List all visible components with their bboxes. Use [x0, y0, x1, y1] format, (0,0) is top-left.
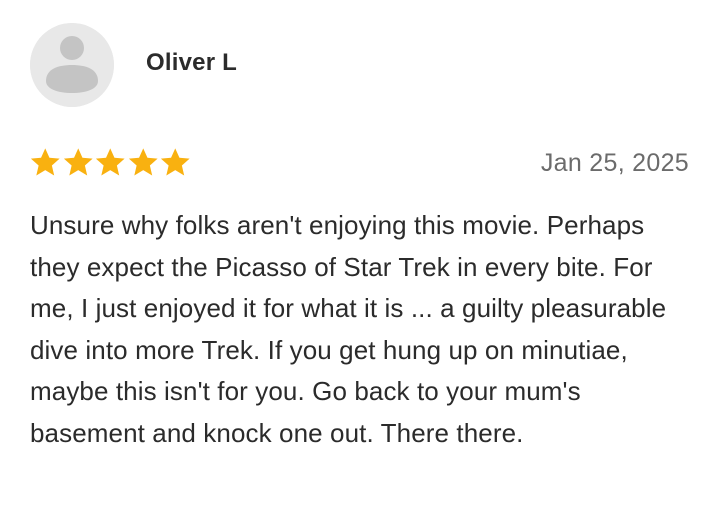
star-icon	[95, 148, 125, 176]
user-name[interactable]: Oliver L	[146, 48, 237, 78]
star-rating	[29, 146, 192, 182]
star-icon	[63, 148, 93, 176]
star-icon	[160, 148, 190, 176]
review-date: Jan 25, 2025	[540, 149, 689, 177]
review-text: Unsure why folks aren't enjoying this mo…	[30, 210, 667, 448]
avatar[interactable]	[30, 23, 114, 107]
user-avatar-icon	[30, 23, 114, 107]
star-icon	[128, 148, 158, 176]
review-card: Oliver L Jan 25, 2025 Unsure why folks a…	[0, 0, 703, 520]
star-icon	[30, 148, 60, 176]
